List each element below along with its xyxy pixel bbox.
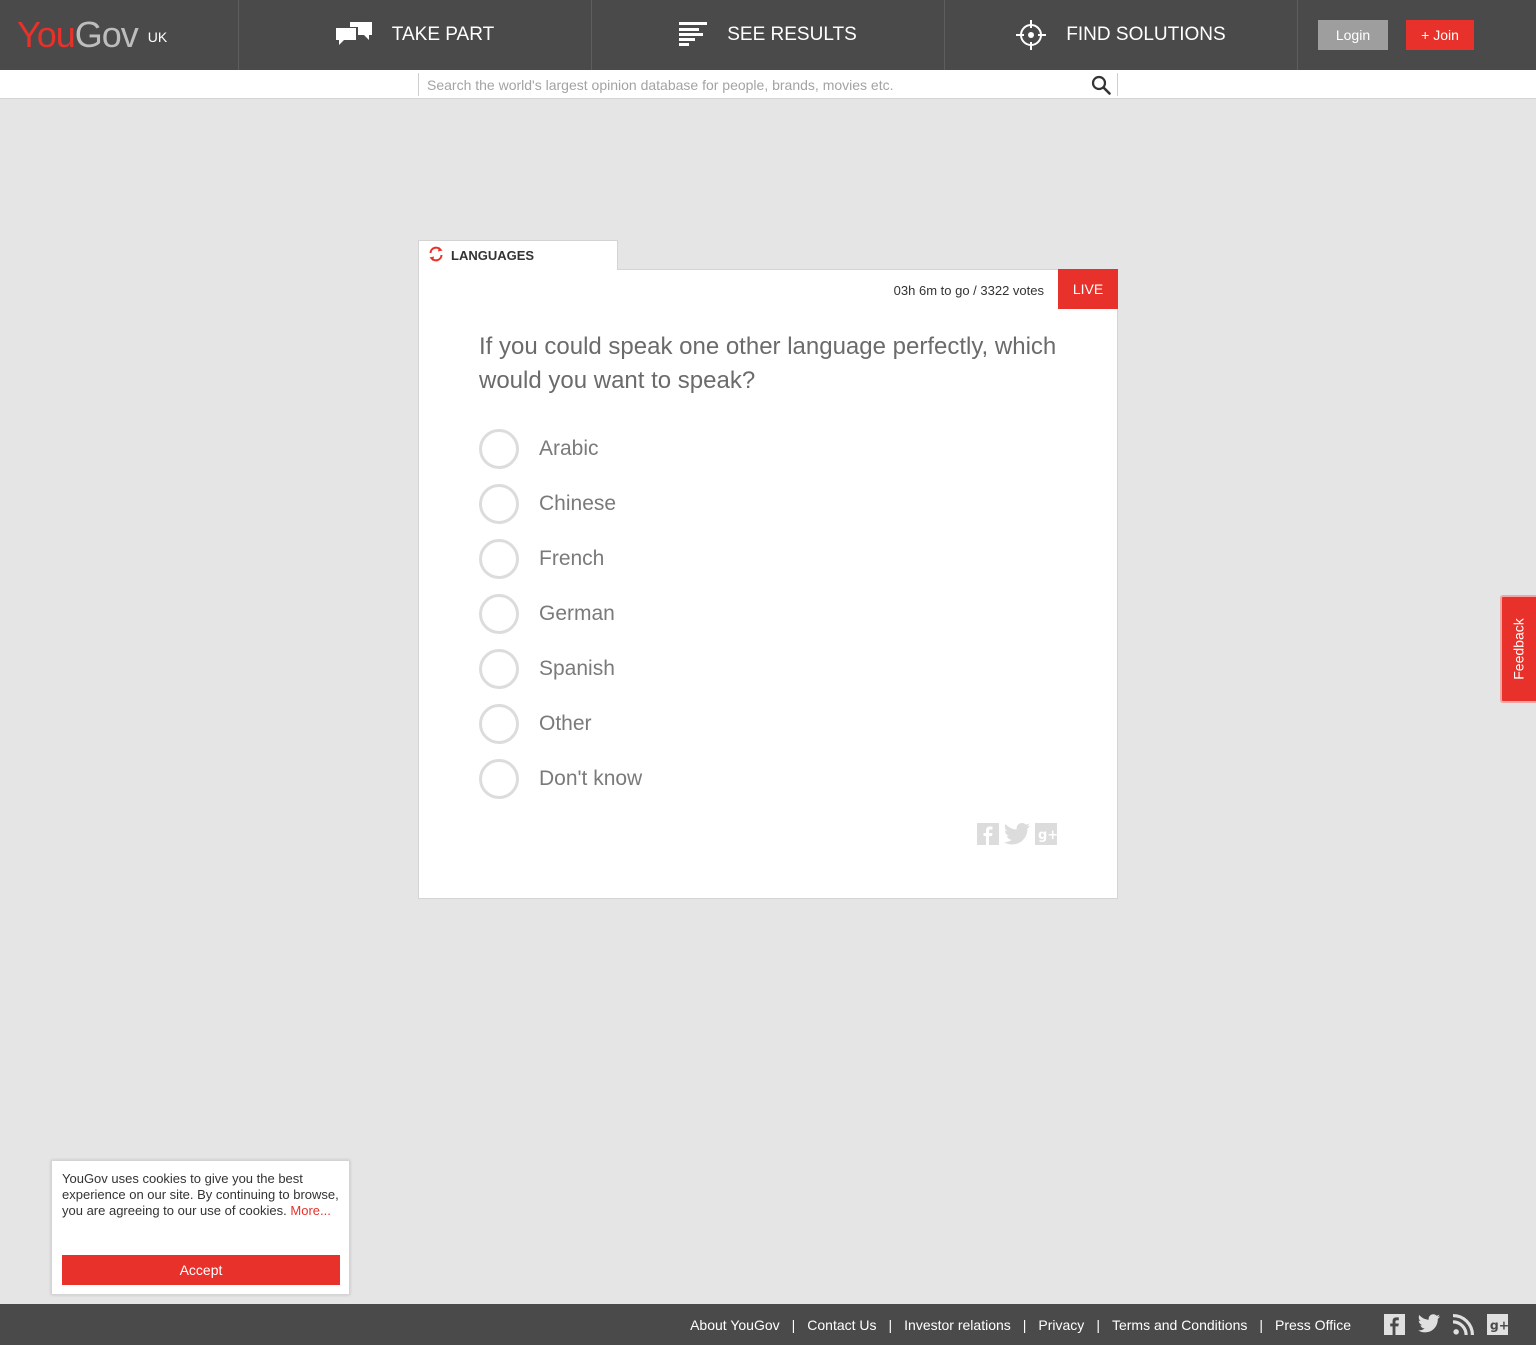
footer-link-privacy[interactable]: Privacy (1038, 1317, 1084, 1333)
poll-category-label: LANGUAGES (451, 248, 535, 263)
footer-separator: | (888, 1316, 893, 1333)
facebook-icon[interactable] (977, 823, 999, 850)
share-icons: g+ (977, 823, 1058, 850)
svg-text:g+: g+ (1038, 828, 1057, 843)
google-plus-icon[interactable]: g+ (1035, 823, 1058, 850)
radio-button[interactable] (479, 539, 519, 579)
facebook-icon[interactable] (1384, 1314, 1405, 1340)
radio-button[interactable] (479, 484, 519, 524)
speech-bubbles-icon (335, 22, 372, 48)
footer-separator: | (1259, 1316, 1263, 1333)
option-label: Spanish (539, 657, 615, 680)
crosshair-icon (1016, 20, 1047, 50)
nav-find-solutions-label: FIND SOLUTIONS (1066, 24, 1226, 45)
svg-text:g+: g+ (1490, 1317, 1508, 1332)
footer-link-about[interactable]: About YouGov (690, 1317, 780, 1333)
footer-separator: | (1022, 1316, 1027, 1333)
nav-take-part-label: TAKE PART (391, 24, 495, 45)
footer: About YouGov | Contact Us | Investor rel… (0, 1304, 1536, 1345)
option-arabic[interactable]: Arabic (479, 429, 642, 469)
footer-links: About YouGov | Contact Us | Investor rel… (690, 1304, 1351, 1345)
footer-link-terms[interactable]: Terms and Conditions (1112, 1317, 1247, 1333)
option-label: Other (539, 712, 592, 735)
radio-button[interactable] (479, 429, 519, 469)
top-navigation-bar: YouGov UK TAKE PART SEE RESULTS FIND SOL… (0, 0, 1536, 70)
auth-area: Login + Join (1298, 0, 1536, 70)
footer-link-contact[interactable]: Contact Us (807, 1317, 876, 1333)
poll-meta: 03h 6m to go / 3322 votes (893, 283, 1044, 298)
option-french[interactable]: French (479, 539, 642, 579)
live-badge: LIVE (1058, 269, 1118, 309)
join-button[interactable]: + Join (1406, 20, 1474, 50)
poll-category-tab[interactable]: LANGUAGES (418, 240, 618, 270)
poll-card: 03h 6m to go / 3322 votes LIVE If you co… (418, 269, 1118, 899)
option-label: Don't know (539, 767, 643, 790)
radio-button[interactable] (479, 594, 519, 634)
twitter-icon[interactable] (1418, 1314, 1440, 1340)
logo-area[interactable]: YouGov UK (0, 0, 239, 70)
yougov-logo[interactable]: YouGov (17, 14, 139, 55)
option-label: German (539, 602, 615, 625)
option-dont-know[interactable]: Don't know (479, 759, 642, 799)
option-spanish[interactable]: Spanish (479, 649, 642, 689)
footer-separator: | (791, 1316, 796, 1333)
cookie-text: YouGov uses cookies to give you the best… (62, 1171, 342, 1219)
google-plus-icon[interactable]: g+ (1487, 1314, 1509, 1340)
option-other[interactable]: Other (479, 704, 642, 744)
search-icon[interactable] (1089, 73, 1113, 96)
logo-you: You (17, 14, 76, 55)
search-box (418, 73, 1118, 96)
twitter-icon[interactable] (1004, 823, 1030, 850)
radio-button[interactable] (479, 704, 519, 744)
footer-separator: | (1096, 1316, 1100, 1333)
nav-take-part[interactable]: TAKE PART (239, 0, 592, 70)
nav-see-results-label: SEE RESULTS (727, 24, 857, 45)
search-input[interactable] (427, 73, 1077, 96)
rss-icon[interactable] (1452, 1314, 1474, 1340)
search-bar (0, 70, 1536, 99)
option-label: Arabic (539, 437, 599, 460)
footer-social-icons: g+ (1384, 1314, 1509, 1340)
bar-list-icon (679, 22, 708, 48)
option-chinese[interactable]: Chinese (479, 484, 642, 524)
feedback-tab[interactable]: Feedback (1500, 595, 1536, 703)
logo-gov: Gov (74, 14, 139, 55)
feedback-label: Feedback (1511, 618, 1528, 680)
poll-options: Arabic Chinese French German Spanish Oth… (479, 429, 642, 814)
footer-link-investor[interactable]: Investor relations (904, 1317, 1011, 1333)
radio-button[interactable] (479, 649, 519, 689)
option-label: French (539, 547, 605, 570)
refresh-icon (428, 246, 444, 265)
cookie-notice: YouGov uses cookies to give you the best… (51, 1160, 350, 1295)
accept-cookies-button[interactable]: Accept (62, 1255, 340, 1285)
login-button[interactable]: Login (1318, 20, 1388, 50)
option-label: Chinese (539, 492, 617, 515)
footer-link-press[interactable]: Press Office (1275, 1317, 1351, 1333)
cookie-more-link[interactable]: More... (290, 1203, 330, 1218)
nav-find-solutions[interactable]: FIND SOLUTIONS (945, 0, 1298, 70)
radio-button[interactable] (479, 759, 519, 799)
option-german[interactable]: German (479, 594, 642, 634)
poll-question: If you could speak one other language pe… (479, 333, 1057, 394)
nav-see-results[interactable]: SEE RESULTS (592, 0, 945, 70)
region-label: UK (147, 29, 168, 45)
